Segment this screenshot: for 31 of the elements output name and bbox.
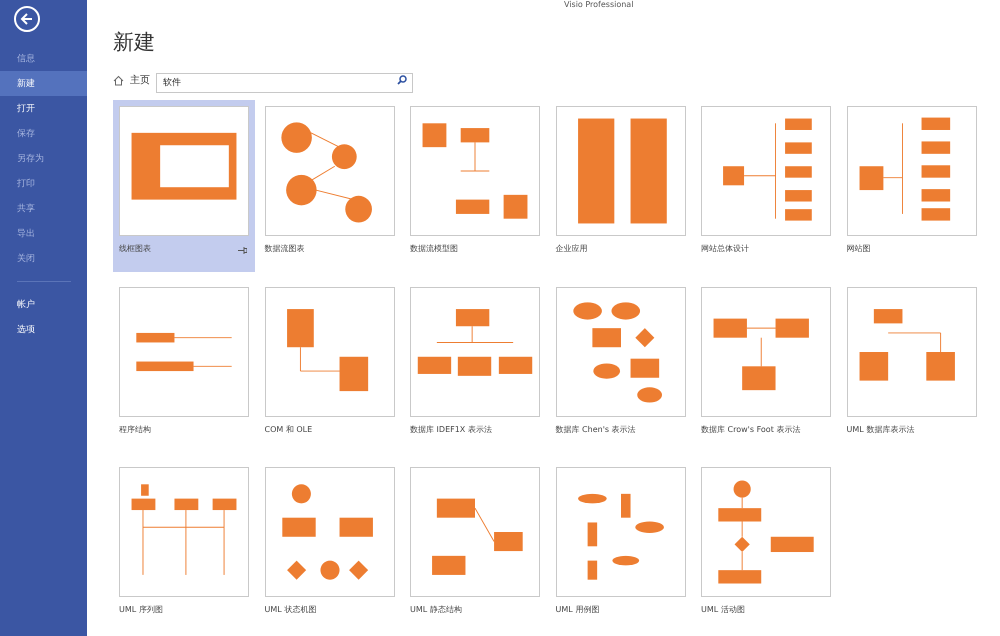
back-arrow-icon (20, 12, 34, 26)
template-label: 数据库 IDEF1X 表示法 (410, 424, 492, 434)
sidebar-item[interactable]: 打开 (0, 96, 87, 121)
search-icon[interactable] (397, 75, 407, 85)
home-link[interactable]: 主页 (130, 73, 150, 87)
template-card[interactable]: 线框图表 (113, 100, 255, 272)
template-label: UML 活动图 (701, 604, 745, 615)
template-label: 数据流模型图 (410, 243, 458, 254)
search-field[interactable]: 软件 (156, 72, 413, 92)
template-label: UML 静态结构 (410, 604, 462, 615)
sidebar-item[interactable]: 选项 (0, 317, 87, 342)
page-heading: 新建 (113, 29, 156, 56)
back-button[interactable] (14, 6, 40, 32)
template-label: 线框图表 (119, 243, 151, 254)
template-label: UML 用例图 (556, 604, 600, 615)
window-title: Visio Professional (564, 0, 634, 9)
template-label: UML 数据库表示法 (846, 424, 914, 434)
template-label: 企业应用 (556, 243, 588, 254)
template-label: 数据库 Chen's 表示法 (556, 424, 636, 434)
sidebar-item[interactable]: 新建 (0, 71, 87, 96)
template-label: UML 状态机图 (264, 604, 316, 615)
template-label: 程序结构 (119, 424, 151, 434)
template-label: 网站总体设计 (701, 243, 749, 254)
home-icon[interactable] (113, 74, 124, 86)
template-label: 数据流图表 (264, 243, 304, 254)
template-label: 网站图 (846, 243, 870, 254)
sidebar-item[interactable]: 帐户 (0, 292, 87, 317)
template-label: 数据库 Crow's Foot 表示法 (701, 424, 800, 434)
pin-icon[interactable] (238, 247, 247, 254)
template-label: UML 序列图 (119, 604, 163, 615)
template-label: COM 和 OLE (264, 424, 312, 434)
